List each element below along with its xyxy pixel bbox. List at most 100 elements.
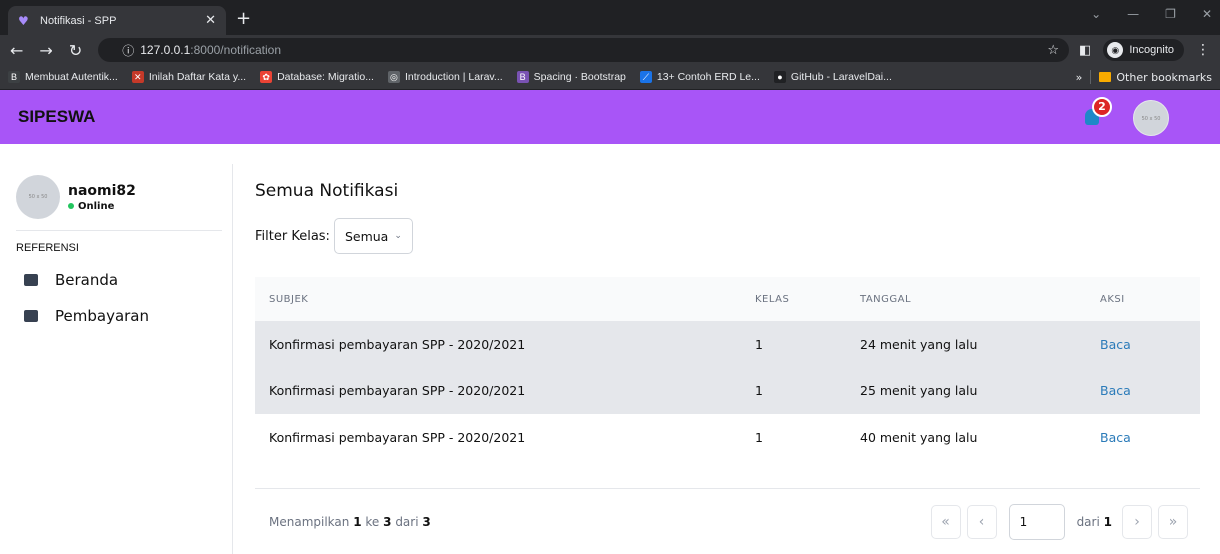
chevron-down-icon: ⌄ [394, 231, 402, 241]
cell-kelas: 1 [755, 429, 763, 445]
other-bookmarks-link[interactable]: Other bookmarks [1116, 71, 1212, 84]
incognito-indicator[interactable]: ◉ Incognito [1103, 39, 1184, 61]
page-number-input[interactable]: 1 [1008, 503, 1065, 540]
browser-tab[interactable]: ♥ Notifikasi - SPP ✕ [8, 6, 226, 35]
sidebar: 50 x 50 naomi82 Online REFERENSI Beranda… [0, 164, 233, 554]
tab-title: Notifikasi - SPP [40, 14, 117, 27]
more-bookmarks-button[interactable]: » [1076, 71, 1083, 84]
bookmark-favicon-icon: B [8, 71, 20, 83]
sidebar-item-beranda[interactable]: Beranda [0, 262, 232, 298]
sidebar-item-pembayaran[interactable]: Pembayaran [0, 298, 232, 334]
bookmark-item[interactable]: ✿ Database: Migratio... [260, 71, 374, 83]
user-avatar: 50 x 50 [16, 175, 60, 219]
cell-subject: Konfirmasi pembayaran SPP - 2020/2021 [269, 383, 526, 399]
bookmark-label: Spacing · Bootstrap [533, 71, 626, 83]
status-badge: Online [68, 201, 136, 212]
bookmark-item[interactable]: B Spacing · Bootstrap [516, 71, 626, 83]
pagination-info: Menampilkan 1 ke 3 dari 3 [269, 514, 431, 529]
close-tab-icon[interactable]: ✕ [205, 13, 216, 28]
class-filter-select[interactable]: Semua ⌄ [333, 218, 413, 254]
bookmark-favicon-icon: B [516, 71, 529, 83]
column-header-aksi: AKSI [1100, 293, 1125, 305]
bookmark-label: Database: Migratio... [277, 71, 374, 83]
browser-menu-icon[interactable]: ⋮ [1196, 42, 1210, 58]
bookmark-favicon-icon: ⟋ [639, 71, 652, 83]
bookmark-label: Membuat Autentik... [25, 71, 118, 83]
brand-logo[interactable]: SIPESWA [18, 107, 95, 127]
forward-arrow-icon[interactable]: → [39, 41, 52, 60]
chevron-down-icon[interactable]: ⌄ [1091, 7, 1101, 21]
cell-tanggal: 24 menit yang lalu [860, 336, 978, 352]
info-icon[interactable]: ⓘ [108, 42, 134, 59]
folder-icon [1099, 72, 1112, 82]
filter-value: Semua [344, 228, 389, 244]
reload-icon[interactable]: ↻ [69, 41, 82, 60]
bookmark-item[interactable]: ⟋ 13+ Contoh ERD Le... [639, 71, 760, 83]
bookmark-item[interactable]: ● GitHub - LaravelDai... [773, 71, 892, 83]
address-bar-row: ← → ↻ ⓘ 127.0.0.1:8000/notification ☆ ◧ … [0, 35, 1220, 65]
pagination: « ‹ 1 dari 1 › » [925, 503, 1188, 540]
bookmark-item[interactable]: ✕ Inilah Daftar Kata y... [131, 71, 247, 83]
window-controls: ⌄ — ❐ ✕ [1091, 7, 1212, 21]
bookmarks-right: » Other bookmarks [1076, 70, 1212, 84]
cell-kelas: 1 [755, 383, 763, 399]
online-dot-icon [68, 203, 74, 209]
incognito-label: Incognito [1129, 44, 1174, 56]
bookmark-favicon-icon: ✕ [131, 71, 144, 83]
page-title: Semua Notifikasi [255, 181, 399, 201]
bookmark-label: Inilah Daftar Kata y... [148, 71, 247, 83]
avatar[interactable]: 50 x 50 [1133, 100, 1169, 136]
read-link[interactable]: Baca [1100, 430, 1131, 445]
incognito-icon: ◉ [1107, 42, 1124, 58]
table-row: Konfirmasi pembayaran SPP - 2020/2021 1 … [255, 321, 1200, 368]
bookmark-favicon-icon: ◎ [387, 71, 400, 83]
read-link[interactable]: Baca [1100, 337, 1131, 352]
table-row: Konfirmasi pembayaran SPP - 2020/2021 1 … [255, 367, 1200, 414]
main-content: Semua Notifikasi Filter Kelas: Semua ⌄ S… [255, 164, 1200, 461]
column-header-subjek: SUBJEK [269, 293, 309, 305]
url-input[interactable]: ⓘ 127.0.0.1:8000/notification ☆ [98, 38, 1070, 62]
sidebar-item-label: Beranda [55, 271, 119, 289]
laravel-favicon-icon: ♥ [18, 13, 29, 28]
next-page-button[interactable]: › [1122, 504, 1152, 539]
bookmark-item[interactable]: B Membuat Autentik... [8, 71, 118, 83]
cell-tanggal: 25 menit yang lalu [860, 383, 978, 399]
cards-icon [24, 310, 38, 322]
total-pages-label: dari 1 [1076, 514, 1112, 529]
app-header: SIPESWA 2 50 x 50 [0, 90, 1220, 144]
cell-subject: Konfirmasi pembayaran SPP - 2020/2021 [269, 429, 526, 445]
restore-icon[interactable]: ❐ [1165, 7, 1176, 21]
minimize-icon[interactable]: — [1127, 7, 1139, 21]
chart-board-icon [24, 274, 38, 286]
user-profile: 50 x 50 naomi82 Online [0, 164, 232, 230]
first-page-button[interactable]: « [930, 504, 961, 539]
star-icon[interactable]: ☆ [1047, 43, 1059, 58]
divider [1090, 70, 1092, 84]
cell-kelas: 1 [755, 336, 763, 352]
cell-tanggal: 40 menit yang lalu [860, 429, 978, 445]
side-panel-icon[interactable]: ◧ [1079, 43, 1091, 58]
read-link[interactable]: Baca [1100, 383, 1131, 398]
bookmark-favicon-icon: ✿ [260, 71, 273, 83]
browser-tabbar: ♥ Notifikasi - SPP ✕ + ⌄ — ❐ ✕ [0, 0, 1220, 35]
column-header-kelas: KELAS [755, 293, 790, 305]
notification-badge: 2 [1092, 97, 1112, 117]
prev-page-button[interactable]: ‹ [966, 504, 997, 539]
back-arrow-icon[interactable]: ← [10, 41, 23, 60]
column-header-tanggal: TANGGAL [860, 293, 912, 305]
filter-row: Filter Kelas: Semua ⌄ [255, 218, 1200, 254]
bookmark-favicon-icon: ● [773, 71, 786, 83]
cell-subject: Konfirmasi pembayaran SPP - 2020/2021 [269, 336, 526, 352]
last-page-button[interactable]: » [1158, 504, 1188, 539]
table-row: Konfirmasi pembayaran SPP - 2020/2021 1 … [255, 414, 1200, 461]
bookmark-label: Introduction | Larav... [404, 71, 503, 83]
username: naomi82 [68, 182, 136, 199]
table-header-row: SUBJEK KELAS TANGGAL AKSI [255, 277, 1200, 321]
close-window-icon[interactable]: ✕ [1202, 7, 1212, 21]
table-footer: Menampilkan 1 ke 3 dari 3 « ‹ 1 dari 1 ›… [255, 488, 1200, 554]
notification-table: SUBJEK KELAS TANGGAL AKSI Konfirmasi pem… [255, 277, 1200, 461]
new-tab-button[interactable]: + [236, 8, 251, 29]
bookmark-label: 13+ Contoh ERD Le... [656, 71, 760, 83]
url-text: 127.0.0.1:8000/notification [140, 43, 282, 57]
bookmark-item[interactable]: ◎ Introduction | Larav... [387, 71, 503, 83]
